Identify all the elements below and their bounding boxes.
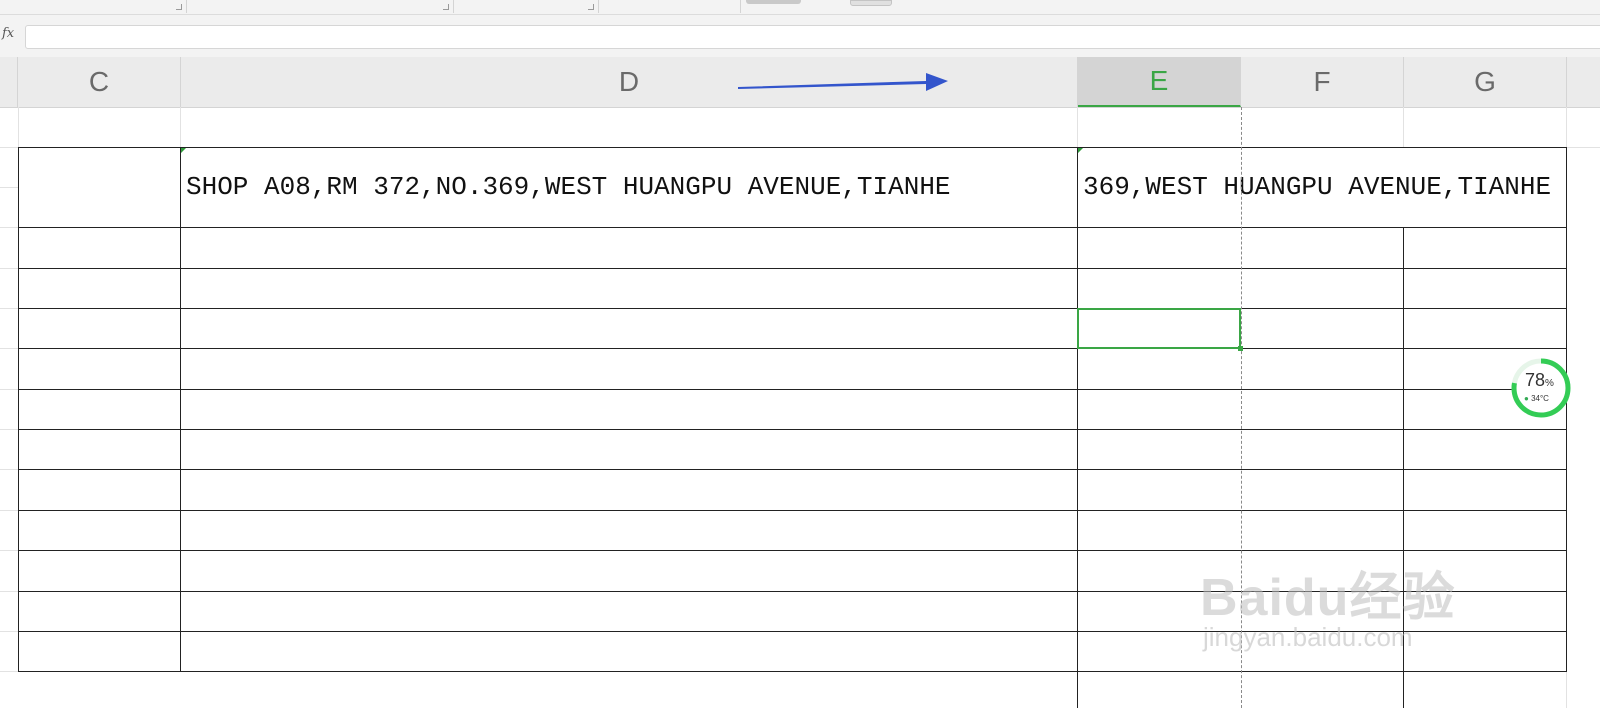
dialog-launcher-icon[interactable] bbox=[176, 4, 182, 10]
gridline bbox=[0, 348, 18, 349]
cell-comment-indicator bbox=[181, 148, 186, 153]
cell-e-address[interactable]: 369,WEST HUANGPU AVENUE,TIANHE bbox=[1083, 172, 1566, 202]
column-header-c[interactable]: C bbox=[18, 57, 181, 107]
gridline bbox=[0, 308, 18, 309]
gridline bbox=[0, 187, 18, 188]
gridline bbox=[0, 510, 18, 511]
formula-input[interactable] bbox=[25, 25, 1600, 49]
table-border bbox=[18, 348, 1567, 349]
widget-percent-sign: % bbox=[1545, 378, 1554, 389]
table-border bbox=[18, 227, 1567, 228]
table-border bbox=[18, 429, 1567, 430]
performance-widget[interactable]: 78% ● 34°C bbox=[1510, 357, 1572, 419]
ribbon-separator bbox=[598, 0, 599, 13]
table-border bbox=[18, 550, 1567, 551]
widget-percent: 78 bbox=[1525, 370, 1546, 390]
row-header-corner[interactable] bbox=[0, 57, 18, 107]
gridline bbox=[0, 389, 18, 390]
widget-temperature: 34°C bbox=[1531, 394, 1549, 403]
column-header-f[interactable]: F bbox=[1241, 57, 1404, 107]
table-border bbox=[18, 671, 1567, 672]
gridline bbox=[1077, 107, 1078, 147]
fx-icon[interactable]: fx bbox=[2, 26, 14, 41]
arrow-annotation bbox=[738, 73, 948, 91]
ribbon-separator bbox=[186, 0, 187, 13]
table-border bbox=[180, 147, 181, 672]
ribbon-separator bbox=[453, 0, 454, 13]
active-cell-selection[interactable] bbox=[1077, 308, 1241, 349]
table-border bbox=[18, 469, 1567, 470]
gridline bbox=[0, 591, 18, 592]
ribbon-button[interactable] bbox=[850, 0, 892, 6]
dialog-launcher-icon[interactable] bbox=[588, 4, 594, 10]
gridline bbox=[0, 227, 18, 228]
gridline bbox=[0, 671, 18, 672]
gridline bbox=[180, 107, 181, 147]
table-border bbox=[18, 268, 1567, 269]
table-border bbox=[1077, 147, 1078, 708]
table-border bbox=[18, 147, 19, 672]
cell-d-address[interactable]: SHOP A08,RM 372,NO.369,WEST HUANGPU AVEN… bbox=[186, 172, 951, 202]
table-border bbox=[18, 308, 1567, 309]
column-header-g[interactable]: G bbox=[1404, 57, 1567, 107]
thermometer-icon: ● bbox=[1524, 394, 1529, 403]
table-border bbox=[18, 510, 1567, 511]
column-header-e[interactable]: E bbox=[1078, 57, 1241, 107]
gridline bbox=[0, 268, 18, 269]
ribbon-separator bbox=[740, 0, 741, 13]
dialog-launcher-icon[interactable] bbox=[443, 4, 449, 10]
watermark-url: jingyan.baidu.com bbox=[1203, 622, 1413, 652]
gridline bbox=[0, 429, 18, 430]
table-border bbox=[18, 147, 1567, 148]
watermark-logo: Baidu经验 bbox=[1200, 569, 1456, 627]
ribbon-button[interactable] bbox=[746, 0, 801, 4]
gridline bbox=[1403, 107, 1404, 147]
gridline bbox=[0, 469, 18, 470]
gridline bbox=[18, 107, 19, 147]
gridline bbox=[0, 631, 18, 632]
ribbon-strip bbox=[0, 0, 1600, 15]
fill-handle[interactable] bbox=[1238, 346, 1243, 351]
gridline bbox=[0, 550, 18, 551]
table-border bbox=[18, 389, 1567, 390]
cell-comment-indicator bbox=[1078, 148, 1083, 153]
